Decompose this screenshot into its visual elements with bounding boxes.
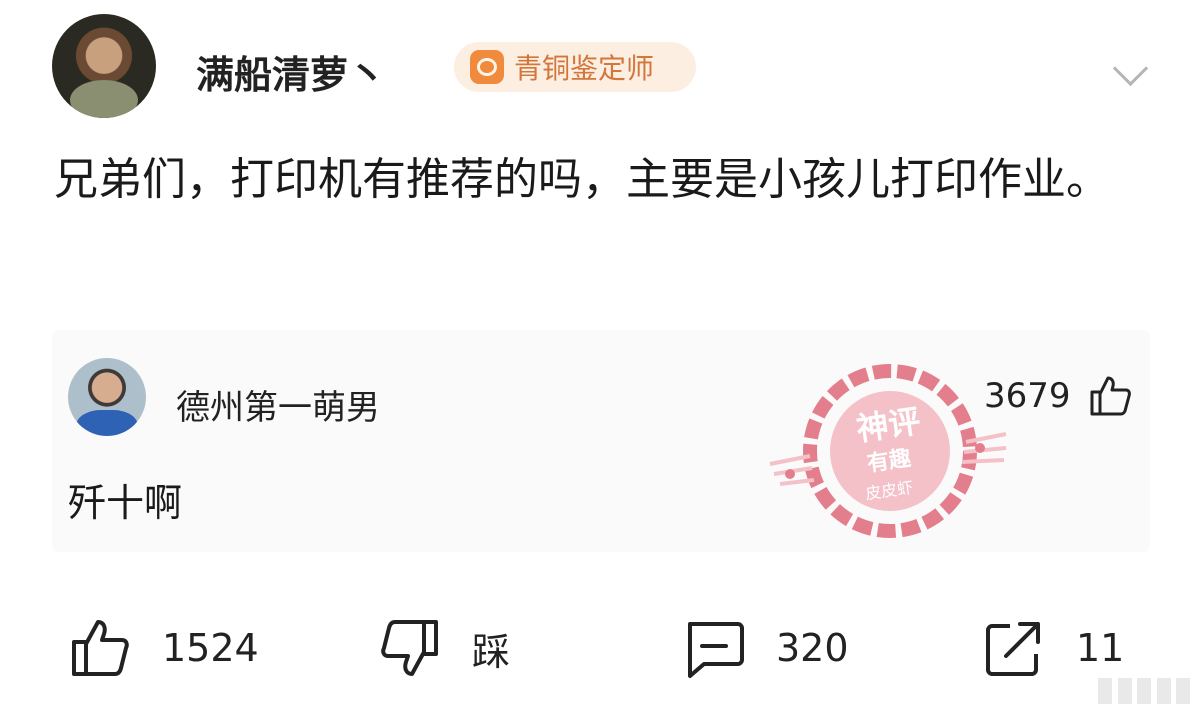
comment-text: 歼十啊 [68, 481, 183, 525]
comment-count: 320 [776, 626, 849, 670]
chevron-down-icon[interactable] [1112, 50, 1149, 87]
thumb-down-icon [381, 620, 438, 676]
thumb-up-icon [72, 620, 129, 676]
action-bar: 1524 踩 320 11 [0, 600, 1200, 696]
dislike-label: 踩 [472, 629, 511, 674]
author-name[interactable]: 满船清萝丶 [196, 44, 386, 99]
author-avatar[interactable] [52, 14, 156, 118]
shenping-stamp: 神评 有趣 皮皮虾 [769, 364, 1007, 538]
badge-label: 青铜鉴定师 [514, 52, 655, 85]
comment-avatar[interactable] [68, 358, 146, 436]
dislike-button[interactable]: 踩 [378, 600, 510, 696]
comment-button[interactable]: 320 [682, 600, 849, 696]
comment-icon [688, 622, 744, 678]
watermark [1098, 676, 1190, 706]
badge-icon [470, 50, 504, 84]
like-count: 1524 [162, 626, 259, 670]
comment-author[interactable]: 德州第一萌男 [176, 380, 380, 429]
author-badge[interactable]: 青铜鉴定师 [454, 42, 696, 92]
share-count: 11 [1076, 626, 1125, 670]
like-button[interactable]: 1524 [68, 600, 259, 696]
post-text: 兄弟们，打印机有推荐的吗，主要是小孩儿打印作业。 [54, 154, 1110, 205]
thumb-up-icon[interactable] [1088, 374, 1132, 418]
post-header: 满船清萝丶 青铜鉴定师 [52, 14, 1152, 118]
share-icon [986, 622, 1040, 676]
